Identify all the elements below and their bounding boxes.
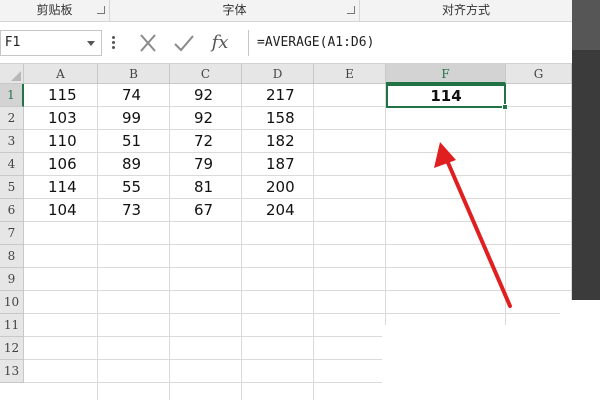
row-header-8[interactable]: 8 [0,245,24,268]
gridline [24,313,572,314]
ribbon-group-label: 字体 [222,3,247,17]
cell-a1[interactable]: 115 [24,84,98,107]
overlay-region [560,300,600,400]
fill-handle[interactable] [502,104,508,110]
row-header-11[interactable]: 11 [0,314,24,337]
row-header-13[interactable]: 13 [0,360,24,383]
function-icon: fx [211,32,229,53]
formula-input[interactable]: =AVERAGE(A1:D6) [248,30,572,56]
row-header-2[interactable]: 2 [0,107,24,130]
ribbon-group-clipboard: 剪贴板 [0,0,110,22]
name-box[interactable]: F1 [0,30,102,56]
cell-b1[interactable]: 74 [98,84,170,107]
dialog-launcher-icon[interactable] [347,6,355,14]
active-cell[interactable]: 114 [386,84,508,110]
row-header-9[interactable]: 9 [0,268,24,291]
cell-a2[interactable]: 103 [24,107,98,130]
row-header-7[interactable]: 7 [0,222,24,245]
cell-c1[interactable]: 92 [170,84,242,107]
ribbon-group-alignment: 对齐方式 [360,0,572,22]
checkmark-icon [174,35,194,52]
dialog-launcher-icon[interactable] [97,6,105,14]
ribbon-group-strip: 剪贴板 字体 对齐方式 [0,0,572,22]
cell-c6[interactable]: 67 [170,199,242,222]
cell-d6[interactable]: 204 [242,199,314,222]
formula-bar: F1 fx =AVERAGE(A1:D6) [0,22,572,64]
ribbon-group-label: 剪贴板 [36,3,73,17]
cell-d1[interactable]: 217 [242,84,314,107]
cell-d5[interactable]: 200 [242,176,314,199]
cell-a3[interactable]: 110 [24,130,98,153]
row-header-12[interactable]: 12 [0,337,24,360]
cancel-button[interactable] [134,30,162,56]
cell-c5[interactable]: 81 [170,176,242,199]
chevron-down-icon[interactable] [87,41,95,46]
name-box-value: F1 [5,35,21,50]
cell-a5[interactable]: 114 [24,176,98,199]
cell-d3[interactable]: 182 [242,130,314,153]
ribbon-group-label: 对齐方式 [441,3,490,17]
cell-a4[interactable]: 106 [24,153,98,176]
gridline [24,244,572,245]
row-header-1[interactable]: 1 [0,84,24,107]
column-header-d[interactable]: D [242,64,314,84]
cell-d2[interactable]: 158 [242,107,314,130]
active-cell-value: 114 [430,87,462,105]
cell-b3[interactable]: 51 [98,130,170,153]
row-header-4[interactable]: 4 [0,153,24,176]
row-header-6[interactable]: 6 [0,199,24,222]
cell-b2[interactable]: 99 [98,107,170,130]
column-header-b[interactable]: B [98,64,170,84]
cell-d4[interactable]: 187 [242,153,314,176]
row-header-10[interactable]: 10 [0,291,24,314]
cell-c4[interactable]: 79 [170,153,242,176]
column-header-g[interactable]: G [506,64,572,84]
gridline [24,290,572,291]
formula-buttons: fx [128,30,240,56]
column-header-c[interactable]: C [170,64,242,84]
ribbon-group-font: 字体 [110,0,360,22]
column-header-a[interactable]: A [24,64,98,84]
cell-c2[interactable]: 92 [170,107,242,130]
select-all-button[interactable] [0,64,24,84]
column-header-f[interactable]: F [386,64,506,84]
gridline [24,267,572,268]
row-header-3[interactable]: 3 [0,130,24,153]
scrollbar[interactable] [572,0,600,50]
more-options-icon[interactable] [112,36,115,50]
cell-c3[interactable]: 72 [170,130,242,153]
enter-button[interactable] [170,30,198,56]
cell-a6[interactable]: 104 [24,199,98,222]
row-header-5[interactable]: 5 [0,176,24,199]
cell-b5[interactable]: 55 [98,176,170,199]
cell-b4[interactable]: 89 [98,153,170,176]
cell-b6[interactable]: 73 [98,199,170,222]
close-icon [140,34,156,52]
column-header-e[interactable]: E [314,64,386,84]
insert-function-button[interactable]: fx [206,30,234,56]
